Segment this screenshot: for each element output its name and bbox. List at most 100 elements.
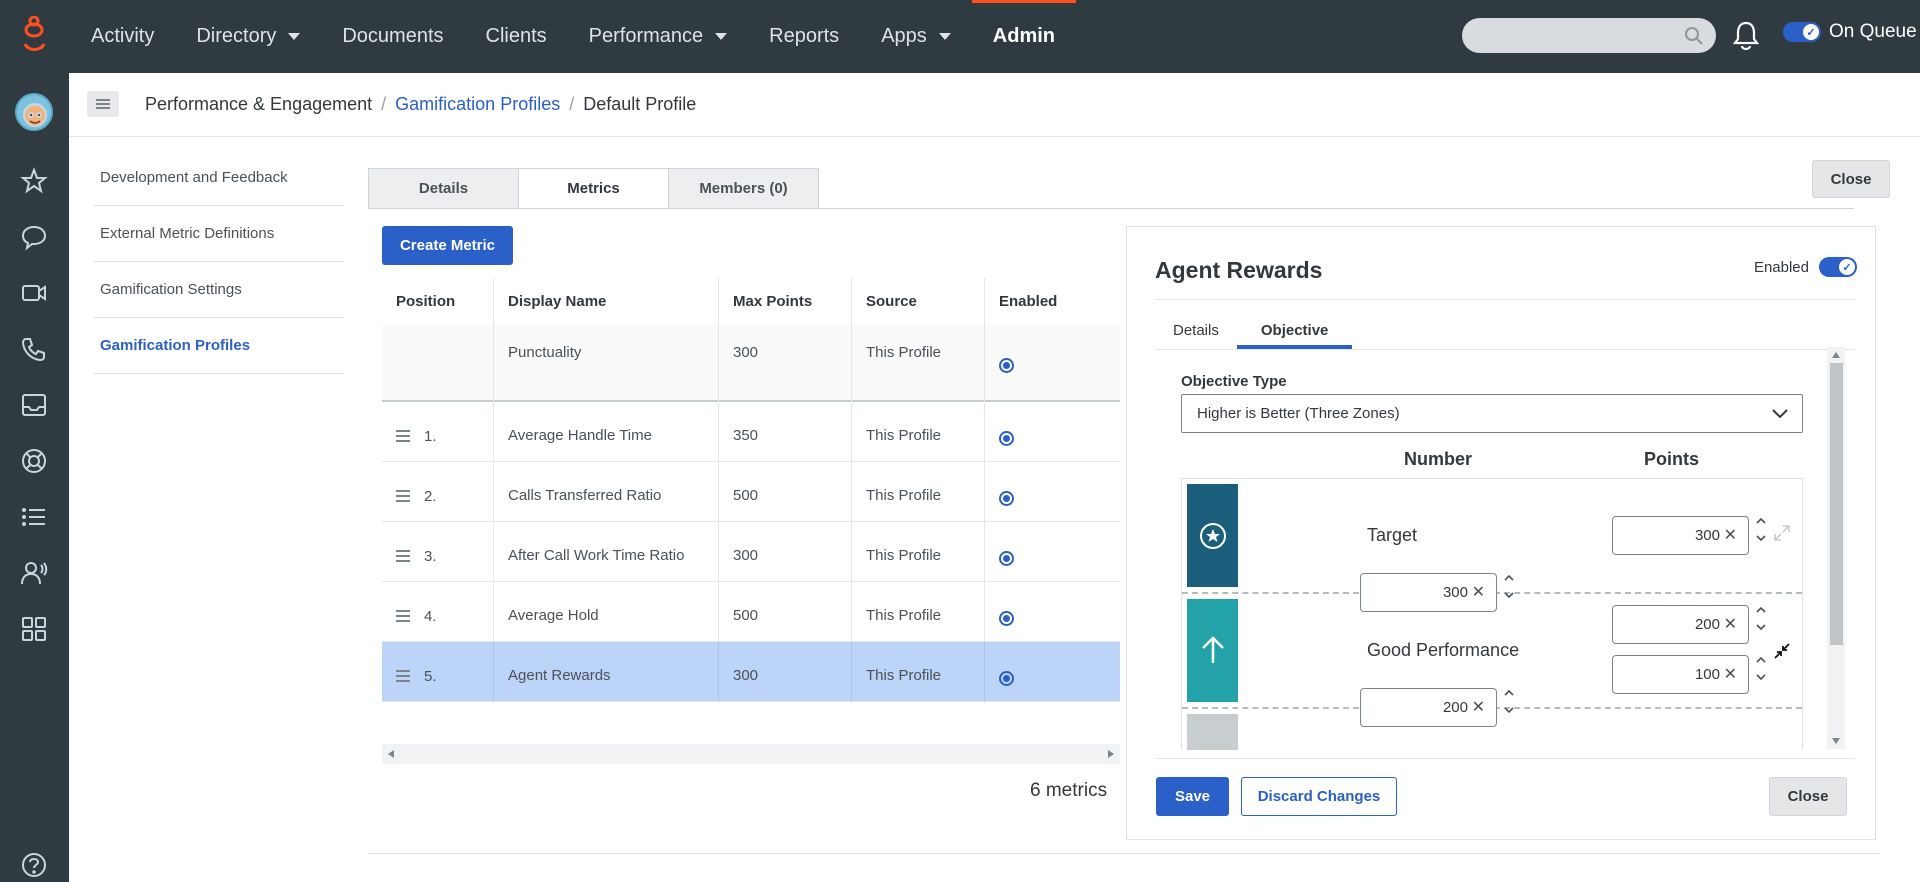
breadcrumb-gamification-profiles[interactable]: Gamification Profiles [395,94,560,115]
panel-tab-objective[interactable]: Objective [1236,315,1353,349]
horizontal-scrollbar[interactable] [382,744,1120,764]
on-queue-toggle[interactable]: ✓ On Queue [1783,21,1917,43]
global-search-input[interactable] [1462,18,1716,53]
tab-metrics[interactable]: Metrics [518,168,669,209]
panel-close-button[interactable]: Close [1769,777,1847,816]
clear-icon[interactable]: ✕ [1472,697,1485,717]
topnav-item-apps[interactable]: Apps [860,0,972,73]
topnav-item-admin[interactable]: Admin [971,0,1077,73]
drag-handle-icon[interactable] [396,610,410,625]
display-name-cell: Punctuality [494,324,719,402]
agent-icon[interactable] [20,559,48,587]
column-header-position[interactable]: Position [382,278,494,324]
user-avatar[interactable] [15,93,53,131]
video-icon[interactable] [20,279,48,307]
table-row[interactable]: 4. Average Hold 500 This Profile [382,582,1120,642]
genesys-logo-icon[interactable] [20,16,50,56]
create-metric-button[interactable]: Create Metric [382,226,513,265]
notifications-bell-icon[interactable] [1732,20,1760,50]
sidebar-item-external-metric-definitions[interactable]: External Metric Definitions [94,206,344,262]
good-points-high-input[interactable]: 200 ✕ [1612,605,1749,644]
threshold-low-stepper[interactable] [1504,689,1516,715]
expand-icon[interactable] [1774,525,1790,541]
display-name-cell: Agent Rewards [494,642,719,702]
enabled-radio[interactable] [999,551,1014,566]
help-icon[interactable] [20,851,48,879]
panel-vertical-scrollbar[interactable] [1827,347,1845,749]
menu-toggle-button[interactable] [87,91,119,117]
apps-grid-icon[interactable] [20,615,48,643]
sidebar-item-gamification-settings[interactable]: Gamification Settings [94,262,344,318]
threshold-low-input[interactable]: 200 ✕ [1360,688,1497,727]
column-header-max-points[interactable]: Max Points [719,278,852,324]
position-cell: 4. [382,582,494,642]
panel-tab-details[interactable]: Details [1155,315,1237,345]
clear-icon[interactable]: ✕ [1724,614,1737,634]
column-header-number: Number [1404,449,1473,469]
good-points-low-input[interactable]: 100 ✕ [1612,655,1749,694]
enabled-radio[interactable] [999,671,1014,686]
chat-icon[interactable] [20,223,48,251]
position-cell: 5. [382,642,494,702]
enabled-radio[interactable] [999,611,1014,626]
topnav-item-directory[interactable]: Directory [175,0,321,73]
enabled-toggle[interactable]: ✓ [1819,257,1857,277]
threshold-high-stepper[interactable] [1504,574,1516,600]
good-points-high-stepper[interactable] [1756,606,1768,632]
queue-toggle-switch[interactable]: ✓ [1783,22,1821,42]
column-header-source[interactable]: Source [852,278,985,324]
good-points-low-stepper[interactable] [1756,656,1768,682]
close-button[interactable]: Close [1812,160,1890,198]
breadcrumb-root: Performance & Engagement [145,94,373,114]
column-header-display-name[interactable]: Display Name [494,278,719,324]
scroll-up-arrow-icon[interactable] [1832,352,1840,358]
table-row-pinned[interactable]: Punctuality 300 This Profile [382,324,1120,402]
topnav-item-performance[interactable]: Performance [568,0,749,73]
topnav-item-activity[interactable]: Activity [70,0,175,73]
enabled-radio[interactable] [999,358,1014,373]
tab-members[interactable]: Members (0) [668,168,819,209]
phone-icon[interactable] [20,335,48,363]
scroll-thumb[interactable] [1830,363,1843,645]
discard-changes-button[interactable]: Discard Changes [1241,777,1397,816]
table-row[interactable]: 5. Agent Rewards 300 This Profile [382,642,1120,702]
star-icon[interactable] [20,167,48,195]
column-header-enabled[interactable]: Enabled [985,278,1120,324]
list-icon[interactable] [20,503,48,531]
inbox-icon[interactable] [20,391,48,419]
collapse-icon[interactable] [1774,643,1790,659]
tab-details[interactable]: Details [368,168,519,209]
scroll-right-arrow-icon[interactable] [1108,750,1114,758]
clear-icon[interactable]: ✕ [1472,582,1485,602]
table-row[interactable]: 3. After Call Work Time Ratio 300 This Prof… [382,522,1120,582]
objective-type-select[interactable]: Higher is Better (Three Zones) [1181,394,1803,433]
drag-handle-icon[interactable] [396,490,410,505]
topnav-item-documents[interactable]: Documents [321,0,464,73]
sidebar-item-gamification-profiles[interactable]: Gamification Profiles [94,318,344,374]
clear-icon[interactable]: ✕ [1724,664,1737,684]
sidebar-item-development-and-feedback[interactable]: Development and Feedback [94,150,344,206]
enabled-radio[interactable] [999,431,1014,446]
panel-divider [1155,299,1855,300]
scroll-left-arrow-icon[interactable] [388,750,394,758]
topnav-item-clients[interactable]: Clients [465,0,568,73]
drag-handle-icon[interactable] [396,670,410,685]
scroll-down-arrow-icon[interactable] [1832,738,1840,744]
table-row[interactable]: 2. Calls Transferred Ratio 500 This Profile [382,462,1120,522]
target-points-stepper[interactable] [1756,517,1768,543]
left-rail [0,73,69,882]
save-button[interactable]: Save [1156,777,1229,816]
drag-handle-icon[interactable] [396,430,410,445]
topnav-item-label: Performance [588,25,704,47]
lifebuoy-icon[interactable] [20,447,48,475]
clear-icon[interactable]: ✕ [1724,525,1737,545]
topnav-item-label: Directory [196,25,277,47]
position-cell: 3. [382,522,494,582]
drag-handle-icon[interactable] [396,550,410,565]
threshold-high-input[interactable]: 300 ✕ [1360,573,1497,612]
enabled-radio[interactable] [999,491,1014,506]
target-points-input[interactable]: 300 ✕ [1612,516,1749,555]
display-name-cell: After Call Work Time Ratio [494,522,719,582]
topnav-item-reports[interactable]: Reports [748,0,860,73]
table-row[interactable]: 1. Average Handle Time 350 This Profile [382,402,1120,462]
